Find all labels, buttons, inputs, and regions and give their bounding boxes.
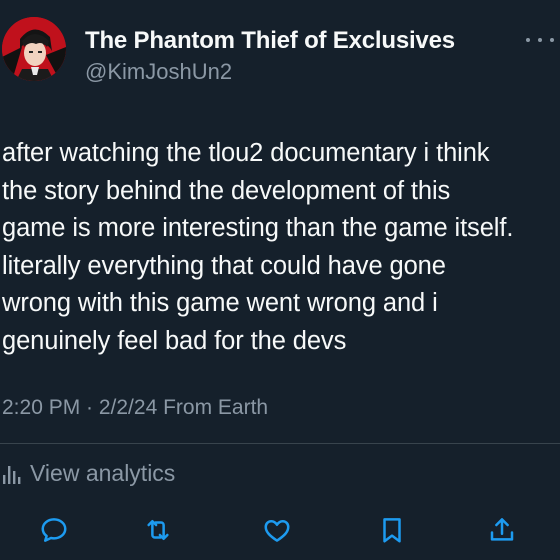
like-button[interactable] (259, 512, 295, 548)
action-bar (0, 512, 560, 548)
share-button[interactable] (484, 512, 520, 548)
tweet-timestamp[interactable]: 2:20 PM · 2/2/24 From Earth (2, 396, 268, 420)
retweet-icon (147, 520, 169, 540)
tweet-text-line: game is more interesting than the game i… (2, 214, 514, 242)
tweet-text-line: literally everything that could have gon… (2, 251, 446, 280)
reply-icon (41, 518, 67, 542)
view-analytics-link[interactable]: View analytics (2, 460, 175, 487)
tweet-text-line: after watching the tlou2 documentary i t… (2, 139, 490, 167)
more-icon[interactable] (526, 30, 554, 50)
retweet-button[interactable] (140, 512, 176, 548)
share-icon (490, 518, 514, 541)
bookmark-icon (383, 518, 401, 543)
view-analytics-label: View analytics (30, 460, 176, 486)
author-block: The Phantom Thief of Exclusives @KimJosh… (85, 28, 455, 84)
avatar-image (2, 17, 66, 81)
bookmark-button[interactable] (374, 512, 410, 548)
tweet: The Phantom Thief of Exclusives @KimJosh… (0, 0, 560, 560)
reply-button[interactable] (36, 512, 72, 548)
handle[interactable]: @KimJoshUn2 (85, 60, 455, 84)
tweet-text-line: the story behind the development of this (2, 176, 451, 205)
tweet-text-line: genuinely feel bad for the devs (2, 326, 347, 355)
heart-icon (264, 520, 290, 542)
divider (0, 443, 560, 444)
avatar[interactable] (2, 17, 66, 81)
tweet-text: after watching the tlou2 documentary i t… (2, 135, 558, 360)
tweet-text-line: wrong with this game went wrong and i (2, 289, 438, 317)
bar-chart-icon (3, 465, 21, 484)
display-name[interactable]: The Phantom Thief of Exclusives (85, 28, 455, 54)
